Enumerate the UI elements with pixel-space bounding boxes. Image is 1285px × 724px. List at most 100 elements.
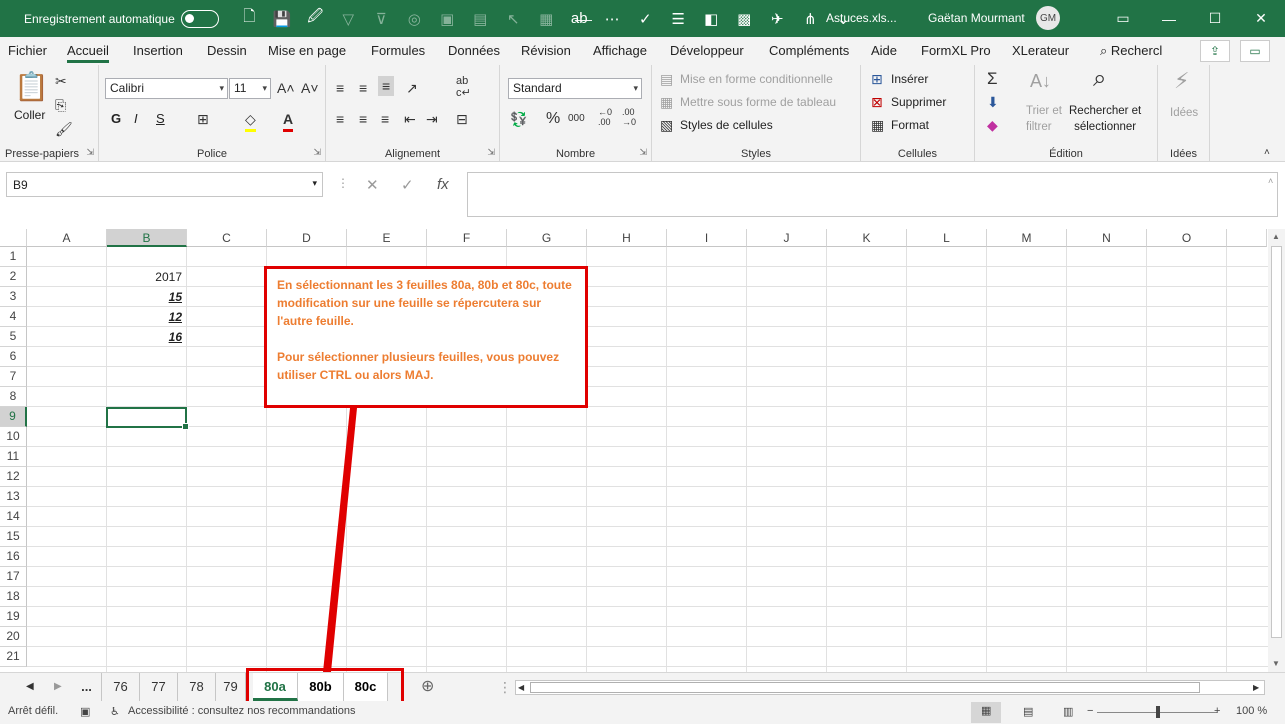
minimize-button[interactable]: —: [1146, 0, 1192, 37]
autosum-icon[interactable]: Σ: [987, 69, 998, 89]
column-header-N[interactable]: N: [1067, 229, 1147, 247]
collapse-ribbon-icon[interactable]: ˄: [1264, 143, 1270, 163]
tab-mise-en-page[interactable]: Mise en page: [260, 37, 354, 65]
decrease-indent-icon[interactable]: ⇤: [404, 109, 416, 129]
horizontal-scroll-thumb[interactable]: [530, 682, 1200, 693]
cell-styles-icon[interactable]: ▧: [660, 115, 673, 135]
bird-icon[interactable]: ✈: [761, 0, 794, 37]
formula-bar-dots-icon[interactable]: ⋮: [337, 176, 349, 190]
sheet-ellipsis[interactable]: ...: [72, 673, 102, 701]
strikethrough-icon[interactable]: a̶b̶: [563, 0, 596, 37]
row-header-16[interactable]: 16: [0, 547, 27, 567]
scroll-right-icon[interactable]: ▶: [1253, 678, 1259, 698]
sheet-tab-78[interactable]: 78: [178, 673, 216, 701]
page-layout-view-icon[interactable]: ▤: [1023, 705, 1033, 718]
close-button[interactable]: ✕: [1238, 0, 1284, 37]
zoom-slider-knob[interactable]: [1156, 706, 1160, 718]
column-header-C[interactable]: C: [187, 229, 267, 247]
comments-button[interactable]: ▭: [1240, 40, 1270, 62]
column-header-A[interactable]: A: [27, 229, 107, 247]
zoom-in-icon[interactable]: +: [1214, 705, 1220, 717]
paste-button[interactable]: Coller: [14, 105, 45, 125]
format-painter-icon[interactable]: 🖌: [55, 119, 73, 139]
insert-cells-icon[interactable]: ⊞: [871, 69, 883, 89]
cancel-entry-icon[interactable]: ✕: [366, 176, 379, 194]
column-header-F[interactable]: F: [427, 229, 507, 247]
expand-formula-bar-icon[interactable]: ˄: [1268, 176, 1273, 186]
cell-B3[interactable]: 15: [107, 287, 185, 307]
find-select-button[interactable]: Rechercher et sélectionner: [1069, 103, 1141, 135]
paste-icon[interactable]: 📋: [14, 71, 49, 103]
ribbon-display-icon[interactable]: ▭: [1100, 0, 1146, 37]
image-icon[interactable]: ▤: [464, 0, 497, 37]
insert-cells-button[interactable]: Insérer: [891, 69, 928, 89]
tab-xlerateur[interactable]: XLerateur: [1004, 37, 1077, 65]
normal-view-icon[interactable]: ▦: [971, 702, 1002, 723]
new-file-icon[interactable]: 🗋: [233, 0, 266, 37]
tab-dessin[interactable]: Dessin: [199, 37, 255, 65]
row-header-6[interactable]: 6: [0, 347, 27, 367]
borders-icon[interactable]: ⊞: [197, 109, 209, 129]
zoom-out-icon[interactable]: −: [1087, 705, 1093, 717]
fill-color-icon[interactable]: ◇: [245, 109, 256, 132]
tab-formules[interactable]: Formules: [363, 37, 433, 65]
row-header-15[interactable]: 15: [0, 527, 27, 547]
row-header-12[interactable]: 12: [0, 467, 27, 487]
column-header-G[interactable]: G: [507, 229, 587, 247]
underline-button[interactable]: S: [156, 109, 165, 129]
row-header-21[interactable]: 21: [0, 647, 27, 667]
file-name[interactable]: Astuces.xls...: [826, 11, 897, 25]
hierarchy-icon[interactable]: ⋔: [794, 0, 827, 37]
tab-affichage[interactable]: Affichage: [585, 37, 655, 65]
row-header-2[interactable]: 2: [0, 267, 27, 287]
cut-icon[interactable]: ✂: [55, 71, 67, 91]
next-sheet-icon[interactable]: ▶: [54, 677, 62, 697]
row-header-9[interactable]: 9: [0, 407, 27, 427]
sheet-tab-77[interactable]: 77: [140, 673, 178, 701]
format-cells-icon[interactable]: ▦: [871, 115, 884, 135]
tab-accueil[interactable]: Accueil: [59, 37, 117, 65]
column-header-E[interactable]: E: [347, 229, 427, 247]
tab-données[interactable]: Données: [440, 37, 508, 65]
accounting-icon[interactable]: 💱: [510, 109, 527, 129]
avatar[interactable]: GM: [1036, 6, 1060, 30]
format-cells-button[interactable]: Format: [891, 115, 929, 135]
zoom-level[interactable]: 100 %: [1236, 705, 1267, 717]
tab-développeur[interactable]: Développeur: [662, 37, 752, 65]
row-header-3[interactable]: 3: [0, 287, 27, 307]
copy-icon[interactable]: ⎘: [55, 95, 66, 115]
row-header-10[interactable]: 10: [0, 427, 27, 447]
tab-splitter-icon[interactable]: ⋮: [498, 677, 512, 697]
align-left-icon[interactable]: ≡: [336, 109, 344, 129]
photo-icon[interactable]: ▣: [431, 0, 464, 37]
row-header-19[interactable]: 19: [0, 607, 27, 627]
column-header-K[interactable]: K: [827, 229, 907, 247]
sheet-tab-76[interactable]: 76: [102, 673, 140, 701]
share-button[interactable]: ⇪: [1200, 40, 1230, 62]
insert-function-icon[interactable]: fx: [437, 176, 449, 193]
tab-formxl-pro[interactable]: FormXL Pro: [913, 37, 999, 65]
bullet-list-icon[interactable]: ☰: [662, 0, 695, 37]
align-middle-icon[interactable]: ≡: [359, 78, 367, 98]
column-header-H[interactable]: H: [587, 229, 667, 247]
sort-filter-button[interactable]: Trier et filtrer: [1026, 103, 1062, 135]
confirm-entry-icon[interactable]: ✓: [401, 176, 414, 194]
shrink-font-icon[interactable]: A˅: [301, 78, 319, 98]
layout-icon[interactable]: ▦: [530, 0, 563, 37]
row-header-8[interactable]: 8: [0, 387, 27, 407]
row-header-20[interactable]: 20: [0, 627, 27, 647]
formula-input[interactable]: [467, 172, 1278, 217]
orientation-icon[interactable]: ↗: [406, 78, 418, 98]
increase-decimal-icon[interactable]: ←0.00: [598, 107, 612, 127]
align-top-icon[interactable]: ≡: [336, 78, 344, 98]
horizontal-scrollbar[interactable]: ◀ ▶: [515, 680, 1265, 695]
column-header-D[interactable]: D: [267, 229, 347, 247]
sheet-tab-79[interactable]: 79: [216, 673, 246, 701]
clear-icon[interactable]: ◆: [987, 115, 998, 135]
clipboard-launcher-icon[interactable]: ⇲: [86, 147, 94, 158]
user-name[interactable]: Gaëtan Mourmant: [928, 11, 1025, 25]
align-bottom-icon[interactable]: ≡: [378, 76, 395, 96]
callout-box[interactable]: En sélectionnant les 3 feuilles 80a, 80b…: [264, 266, 588, 408]
row-header-1[interactable]: 1: [0, 247, 27, 267]
table-format-icon[interactable]: ▦: [660, 92, 673, 112]
